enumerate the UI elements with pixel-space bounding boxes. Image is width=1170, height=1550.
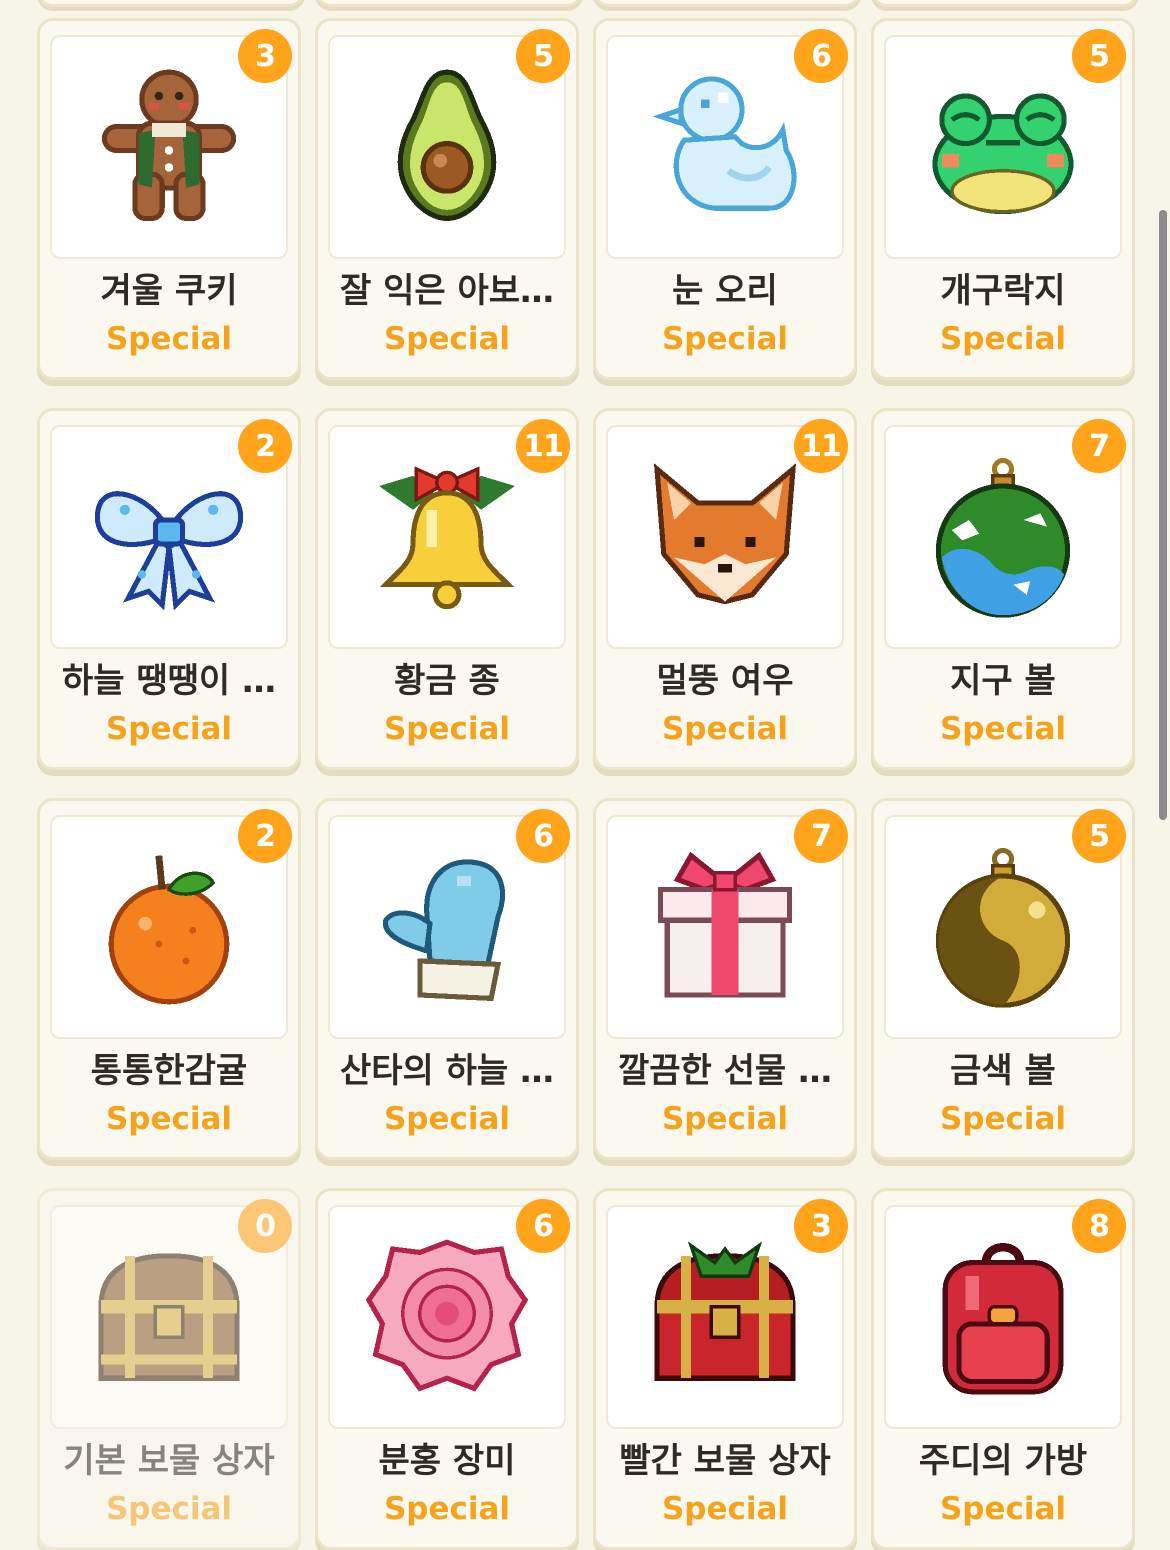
rarity-label: Special xyxy=(383,321,511,357)
item-name: 하늘 땡땡이 … xyxy=(61,661,277,701)
item-card[interactable]: 6 눈 오리 Special xyxy=(593,18,857,380)
item-name: 금색 볼 xyxy=(950,1051,1056,1091)
count-badge: 5 xyxy=(516,29,570,83)
item-name: 산타의 하늘 … xyxy=(339,1051,555,1091)
scrollbar[interactable] xyxy=(1156,210,1170,820)
item-name: 통통한감귤 xyxy=(90,1051,248,1091)
rarity-label: Special xyxy=(105,711,233,747)
count-badge: 3 xyxy=(238,29,292,83)
count-badge: 6 xyxy=(516,809,570,863)
item-card[interactable]: 2 하늘 땡땡이 … Special xyxy=(37,408,301,770)
item-card[interactable]: 7 깔끔한 선물 … Special xyxy=(593,798,857,1160)
rarity-label: Special xyxy=(939,711,1067,747)
rarity-label: Special xyxy=(661,321,789,357)
red-backpack-icon xyxy=(942,1243,1064,1395)
gift-box-icon xyxy=(657,851,793,998)
item-name: 멀뚱 여우 xyxy=(656,661,794,701)
count-badge: 8 xyxy=(1072,1199,1126,1253)
gingerbread-man-icon xyxy=(101,69,237,221)
earth-ornament-icon xyxy=(935,457,1071,618)
item-card[interactable]: 11 황금 종 Special xyxy=(315,408,579,770)
count-badge: 0 xyxy=(238,1199,292,1253)
item-name: 지구 볼 xyxy=(950,661,1056,701)
red-treasure-chest-icon xyxy=(654,1241,796,1381)
rarity-label: Special xyxy=(661,711,789,747)
previous-row-edge xyxy=(0,0,1170,7)
item-name: 주디의 가방 xyxy=(918,1441,1088,1481)
item-grid: 3 겨울 쿠키 Special 5 잘 익은 아보… Special 6 눈 오… xyxy=(37,18,1135,1550)
rarity-label: Special xyxy=(383,1491,511,1527)
blue-ribbon-bow-icon xyxy=(95,491,243,611)
item-card[interactable]: 5 금색 볼 Special xyxy=(871,798,1135,1160)
rarity-label: Special xyxy=(939,1101,1067,1137)
count-badge: 2 xyxy=(238,419,292,473)
count-badge: 5 xyxy=(1072,29,1126,83)
scrollbar-thumb[interactable] xyxy=(1159,210,1167,820)
item-card[interactable]: 3 겨울 쿠키 Special xyxy=(37,18,301,380)
rarity-label: Special xyxy=(383,1101,511,1137)
item-name: 잘 익은 아보… xyxy=(339,271,555,311)
item-name: 황금 종 xyxy=(394,661,500,701)
treasure-chest-icon xyxy=(98,1253,240,1381)
rarity-label: Special xyxy=(661,1101,789,1137)
avocado-icon xyxy=(397,69,497,221)
count-badge: 3 xyxy=(794,1199,848,1253)
rarity-label: Special xyxy=(383,711,511,747)
snow-duck-icon xyxy=(652,76,797,211)
item-card[interactable]: 6 산타의 하늘 … Special xyxy=(315,798,579,1160)
item-name: 빨간 보물 상자 xyxy=(619,1441,831,1481)
count-badge: 7 xyxy=(1072,419,1126,473)
item-name: 눈 오리 xyxy=(672,271,778,311)
item-name: 겨울 쿠키 xyxy=(100,271,238,311)
item-name: 분홍 장미 xyxy=(378,1441,516,1481)
count-badge: 6 xyxy=(516,1199,570,1253)
count-badge: 2 xyxy=(238,809,292,863)
item-card[interactable]: 0 기본 보물 상자 Special xyxy=(37,1188,301,1550)
item-name: 기본 보물 상자 xyxy=(63,1441,275,1481)
golden-bell-icon xyxy=(379,466,515,610)
item-card[interactable]: 2 통통한감귤 Special xyxy=(37,798,301,1160)
rarity-label: Special xyxy=(105,1101,233,1137)
rarity-label: Special xyxy=(939,1491,1067,1527)
item-card[interactable]: 3 빨간 보물 상자 Special xyxy=(593,1188,857,1550)
gold-ornament-icon xyxy=(935,847,1071,1008)
pink-rose-icon xyxy=(365,1239,529,1392)
count-badge: 7 xyxy=(794,809,848,863)
fox-face-icon xyxy=(653,463,797,605)
item-card[interactable]: 8 주디의 가방 Special xyxy=(871,1188,1135,1550)
item-name: 깔끔한 선물 … xyxy=(617,1051,833,1091)
item-card[interactable]: 5 개구락지 Special xyxy=(871,18,1135,380)
count-badge: 11 xyxy=(794,419,848,473)
item-name: 개구락지 xyxy=(940,271,1066,311)
count-badge: 11 xyxy=(516,419,570,473)
item-card[interactable]: 7 지구 볼 Special xyxy=(871,408,1135,770)
rarity-label: Special xyxy=(939,321,1067,357)
count-badge: 5 xyxy=(1072,809,1126,863)
blue-mitten-icon xyxy=(383,859,506,1002)
rarity-label: Special xyxy=(105,321,233,357)
rarity-label: Special xyxy=(105,1491,233,1527)
rarity-label: Special xyxy=(661,1491,789,1527)
item-card[interactable]: 5 잘 익은 아보… Special xyxy=(315,18,579,380)
item-card[interactable]: 6 분홍 장미 Special xyxy=(315,1188,579,1550)
frog-icon xyxy=(932,93,1074,215)
item-card[interactable]: 11 멀뚱 여우 Special xyxy=(593,408,857,770)
count-badge: 6 xyxy=(794,29,848,83)
tangerine-icon xyxy=(108,855,230,1005)
